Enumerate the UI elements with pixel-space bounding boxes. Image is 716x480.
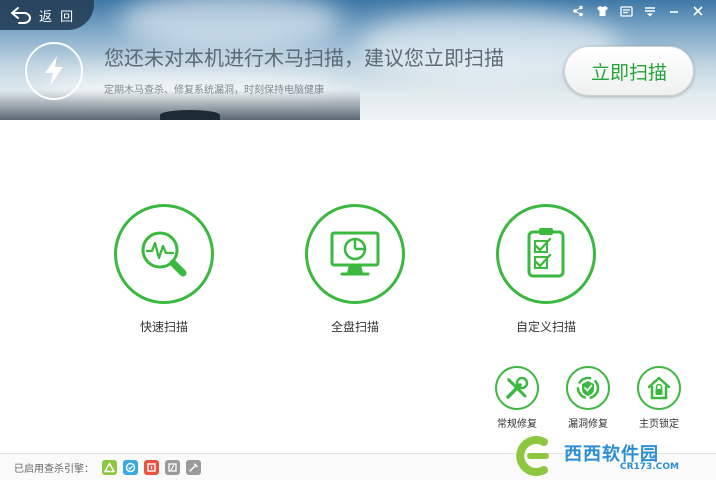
avira-engine-icon[interactable] — [144, 459, 159, 475]
quick-scan-icon[interactable] — [114, 204, 214, 304]
lightning-icon — [25, 42, 83, 100]
full-scan-option[interactable]: 全盘扫描 — [285, 204, 425, 335]
routine-repair-tool[interactable]: 常规修复 — [489, 366, 545, 430]
routine-repair-label: 常规修复 — [497, 419, 537, 430]
page-subline: 定期木马查杀、修复系统漏洞，时刻保持电脑健康 — [104, 85, 324, 96]
watermark-url: CR173.COM — [620, 462, 679, 472]
custom-scan-label: 自定义扫描 — [515, 320, 576, 334]
repair-icon[interactable] — [495, 366, 539, 410]
page-headline: 您还未对本机进行木马扫描，建议您立即扫描 — [104, 46, 504, 70]
quick-scan-option[interactable]: 快速扫描 — [94, 204, 234, 335]
cloud-engine-icon[interactable] — [102, 459, 117, 475]
header-banner: 返 回 您还未对本机进行木马扫描，建议您立即扫描 定期木马查杀、修复系统漏洞，时… — [0, 0, 716, 120]
homepage-lock-tool[interactable]: 主页锁定 — [631, 366, 687, 430]
vulnerability-icon[interactable] — [566, 366, 610, 410]
back-label: 返 回 — [39, 9, 76, 25]
close-icon[interactable] — [688, 3, 708, 19]
skin-icon[interactable] — [592, 3, 612, 19]
vulnerability-repair-label: 漏洞修复 — [568, 419, 608, 430]
repair-engine-icon[interactable] — [186, 459, 201, 475]
scan-now-button[interactable]: 立即扫描 — [564, 46, 694, 96]
engines-label: 已启用查杀引擎： — [14, 463, 94, 475]
window-controls — [568, 3, 708, 19]
homepage-lock-label: 主页锁定 — [639, 419, 679, 430]
full-scan-icon[interactable] — [305, 204, 405, 304]
message-icon[interactable] — [616, 3, 636, 19]
back-button[interactable]: 返 回 — [0, 0, 94, 30]
custom-scan-icon[interactable] — [496, 204, 596, 304]
minimize-icon[interactable] — [664, 3, 684, 19]
homepage-lock-icon[interactable] — [637, 366, 681, 410]
bitdefender-engine-icon[interactable] — [165, 459, 180, 475]
menu-icon[interactable] — [640, 3, 660, 19]
vulnerability-repair-tool[interactable]: 漏洞修复 — [560, 366, 616, 430]
custom-scan-option[interactable]: 自定义扫描 — [476, 204, 616, 335]
back-arrow-icon — [11, 7, 31, 24]
qvm-engine-icon[interactable] — [123, 459, 138, 475]
quick-scan-label: 快速扫描 — [139, 320, 188, 334]
full-scan-label: 全盘扫描 — [330, 320, 379, 334]
share-icon[interactable] — [568, 3, 588, 19]
